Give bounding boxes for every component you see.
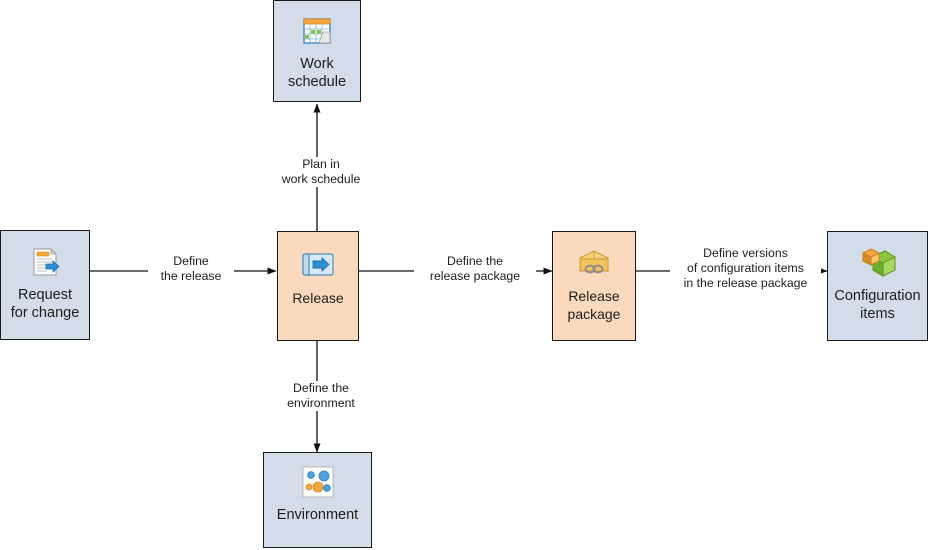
node-label: Request for change bbox=[10, 287, 80, 321]
document-with-arrow-icon bbox=[25, 242, 65, 282]
calendar-icon bbox=[297, 11, 337, 51]
node-work-schedule[interactable]: Work schedule bbox=[273, 0, 361, 102]
node-label: Release bbox=[292, 290, 344, 306]
edge-label-plan-in-work-schedule: Plan in work schedule bbox=[273, 157, 369, 187]
edge-label-define-versions-of-configuration-items: Define versions of configuration items i… bbox=[670, 246, 821, 291]
node-label: Environment bbox=[276, 507, 359, 523]
edge-label-define-the-release-package: Define the release package bbox=[414, 254, 536, 284]
blue-arrow-card-icon bbox=[298, 245, 338, 285]
node-release-package[interactable]: Release package bbox=[552, 231, 636, 341]
green-cubes-icon bbox=[858, 243, 898, 283]
edge-label-define-the-release: Define the release bbox=[148, 254, 234, 284]
edge-label-define-the-environment: Define the environment bbox=[271, 381, 371, 411]
colored-circles-icon bbox=[298, 462, 338, 502]
node-configuration-items[interactable]: Configuration items bbox=[827, 231, 928, 341]
diagram-canvas: Request for change Work schedule Release… bbox=[0, 0, 930, 550]
node-label: Configuration items bbox=[834, 288, 921, 322]
node-label: Work schedule bbox=[287, 56, 347, 90]
node-environment[interactable]: Environment bbox=[263, 452, 372, 548]
package-box-chain-icon bbox=[574, 243, 614, 283]
node-request-for-change[interactable]: Request for change bbox=[0, 230, 90, 340]
node-label: Release package bbox=[567, 288, 621, 322]
node-release[interactable]: Release bbox=[277, 231, 359, 341]
